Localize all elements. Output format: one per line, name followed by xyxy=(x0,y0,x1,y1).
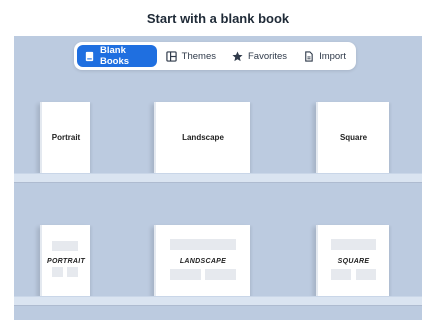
placeholder-block xyxy=(52,267,63,277)
book-label: Portrait xyxy=(51,133,81,142)
tab-import[interactable]: Import xyxy=(296,45,353,67)
left-edge-strip xyxy=(0,0,14,320)
tab-label: Import xyxy=(319,50,346,62)
placeholder-block xyxy=(331,269,351,280)
tab-label: Blank Books xyxy=(100,45,130,67)
tab-label: Themes xyxy=(181,50,216,62)
placeholder-block xyxy=(52,241,78,251)
book-landscape-themed[interactable]: LANDSCAPE xyxy=(154,225,250,297)
tab-themes[interactable]: Themes xyxy=(159,45,223,67)
book-icon xyxy=(85,51,94,61)
page-header: Start with a blank book xyxy=(14,0,422,36)
book-label: Landscape xyxy=(182,133,224,142)
book-label: Square xyxy=(339,133,368,142)
tab-blank-books[interactable]: Blank Books xyxy=(77,45,157,67)
tab-label: Favorites xyxy=(247,50,288,62)
book-label: LANDSCAPE xyxy=(177,257,229,265)
tab-favorites[interactable]: Favorites xyxy=(225,45,294,67)
document-icon xyxy=(305,50,313,62)
book-label: PORTRAIT xyxy=(44,257,88,265)
book-square[interactable]: Square xyxy=(316,102,389,173)
layout-grid-icon xyxy=(165,50,177,62)
placeholder-block xyxy=(170,239,236,250)
placeholder-block xyxy=(331,239,376,250)
shelf-top xyxy=(14,173,422,183)
book-portrait[interactable]: Portrait xyxy=(40,102,90,173)
placeholder-block xyxy=(170,269,201,280)
book-label: SQUARE xyxy=(335,257,372,265)
book-square-themed[interactable]: SQUARE xyxy=(316,225,389,297)
bookshelf-scene: Blank Books Themes Favorites Import Port… xyxy=(14,36,422,320)
placeholder-block xyxy=(67,267,78,277)
placeholder-block xyxy=(205,269,236,280)
book-landscape[interactable]: Landscape xyxy=(154,102,250,173)
placeholder-block xyxy=(356,269,376,280)
category-tabs: Blank Books Themes Favorites Import xyxy=(74,42,356,70)
page-title: Start with a blank book xyxy=(146,10,290,26)
star-icon xyxy=(232,50,243,61)
book-portrait-themed[interactable]: PORTRAIT xyxy=(40,225,90,297)
shelf-bottom xyxy=(14,296,422,306)
